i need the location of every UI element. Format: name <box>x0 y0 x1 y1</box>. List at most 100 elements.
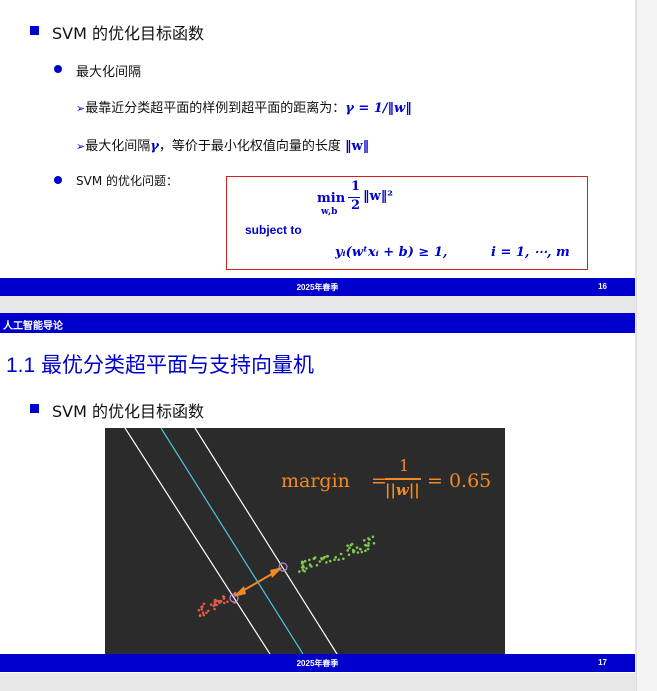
data-point <box>334 555 337 559</box>
sub-point-equivalence: ➢最大化间隔γ，等价于最小化权值向量的长度 ‖w‖ <box>76 135 369 154</box>
data-point <box>323 555 326 559</box>
data-point <box>364 543 367 547</box>
data-point <box>209 603 213 606</box>
hyperplane-line <box>160 427 304 655</box>
data-point <box>346 549 349 552</box>
min-subscript: w,b <box>321 207 338 217</box>
data-point <box>348 546 351 550</box>
slide-footer: 2025年春季 17 <box>0 654 635 672</box>
data-point <box>366 547 370 551</box>
slide-heading: SVM 的优化目标函数 <box>52 402 204 421</box>
bullet-optimization-problem: SVM 的优化问题： <box>76 174 178 188</box>
data-point <box>328 559 332 563</box>
data-point <box>337 558 340 561</box>
data-point <box>219 599 223 603</box>
page-number: 17 <box>598 658 607 667</box>
data-point <box>205 611 208 615</box>
data-point <box>325 561 328 564</box>
data-point <box>198 614 202 618</box>
data-point <box>356 551 360 554</box>
arrowhead-icon <box>270 567 283 578</box>
data-point <box>333 558 336 561</box>
margin-boundary-line <box>194 427 338 655</box>
slide-heading: SVM 的优化目标函数 <box>52 24 204 43</box>
data-point <box>318 560 322 563</box>
svm-margin-figure: margin = 1 ||w|| = 0.65 <box>105 427 505 655</box>
course-header-bar: 人工智能导论 <box>0 313 635 333</box>
data-point <box>315 563 319 567</box>
data-point <box>300 560 304 564</box>
data-point <box>213 598 217 602</box>
distance-text: 最靠近分类超平面的样例到超平面的距离为： <box>85 101 346 116</box>
data-point <box>350 542 354 546</box>
margin-frac-numerator: 1 <box>399 456 410 475</box>
equivalence-text-b: ，等价于最小化权值向量的长度 <box>158 139 341 154</box>
slide-title: 1.1 最优分类超平面与支持向量机 <box>6 354 315 377</box>
data-point <box>197 608 201 612</box>
data-point <box>226 600 229 603</box>
margin-boundary-line <box>124 427 271 655</box>
square-bullet-icon <box>30 26 39 35</box>
data-point <box>308 564 312 567</box>
class-positive-points <box>298 535 376 573</box>
data-point <box>301 564 305 568</box>
slide-footer: 2025年春季 16 <box>0 278 635 296</box>
gamma-symbol: γ <box>150 139 159 154</box>
arrowhead-icon <box>233 586 246 597</box>
data-point <box>367 537 370 540</box>
norm-squared: ‖w‖² <box>363 189 393 204</box>
square-bullet-icon <box>30 404 39 413</box>
margin-fraction-bar <box>385 478 421 480</box>
margin-frac-denominator: ||w|| <box>385 481 420 499</box>
data-point <box>201 611 205 615</box>
subject-to-label: subject to <box>245 223 302 237</box>
data-point <box>200 608 204 611</box>
data-point <box>364 549 367 552</box>
data-point <box>298 570 301 573</box>
margin-illustration <box>124 427 376 655</box>
min-operator: min <box>317 191 346 206</box>
optimization-formula-box: min w,b 1 2 ‖w‖² subject to yᵢ(wᵗxᵢ + b)… <box>226 176 588 270</box>
footer-date: 2025年春季 <box>296 283 339 292</box>
gamma-formula: γ = 1/‖w‖ <box>345 101 412 116</box>
constraint-formula: yᵢ(wᵗxᵢ + b) ≥ 1, <box>335 245 448 260</box>
constraint-index: i = 1, ⋯, m <box>491 245 570 260</box>
fraction-denominator: 2 <box>351 198 361 213</box>
data-point <box>301 568 305 572</box>
margin-value: = 0.65 <box>427 470 492 492</box>
bullet-maximize-margin: 最大化间隔 <box>76 65 142 80</box>
footer-date: 2025年春季 <box>296 659 339 668</box>
data-point <box>207 609 210 613</box>
data-point <box>213 607 216 611</box>
data-point <box>352 550 355 554</box>
round-bullet-icon <box>54 65 62 73</box>
data-point <box>339 552 343 556</box>
arrow-bullet-icon: ➢ <box>76 140 86 153</box>
data-point <box>312 557 316 561</box>
course-title: 人工智能导论 <box>3 321 63 332</box>
arrow-bullet-icon: ➢ <box>76 102 86 115</box>
data-point <box>360 550 364 554</box>
equivalence-text-a: 最大化间隔 <box>85 139 151 154</box>
margin-label: margin <box>281 470 350 492</box>
weight-norm: ‖w‖ <box>344 139 370 154</box>
data-point <box>202 602 206 606</box>
page-number: 16 <box>598 282 607 291</box>
data-point <box>367 541 370 545</box>
scrollbar[interactable] <box>636 0 657 691</box>
slide-17: 人工智能导论 1.1 最优分类超平面与支持向量机 SVM 的优化目标函数 mar… <box>0 313 635 673</box>
data-point <box>355 546 359 549</box>
data-point <box>371 535 375 539</box>
data-point <box>222 597 226 600</box>
sub-point-distance: ➢最靠近分类超平面的样例到超平面的距离为：γ = 1/‖w‖ <box>76 97 412 116</box>
data-point <box>308 558 311 562</box>
data-point <box>305 567 308 570</box>
data-point <box>358 547 362 551</box>
data-point <box>303 559 307 563</box>
data-point <box>202 613 206 617</box>
slide-16: SVM 的优化目标函数 最大化间隔 ➢最靠近分类超平面的样例到超平面的距离为：γ… <box>0 0 635 296</box>
round-bullet-icon <box>54 176 62 184</box>
data-point <box>372 542 376 545</box>
data-point <box>222 601 226 605</box>
data-point <box>325 555 329 558</box>
